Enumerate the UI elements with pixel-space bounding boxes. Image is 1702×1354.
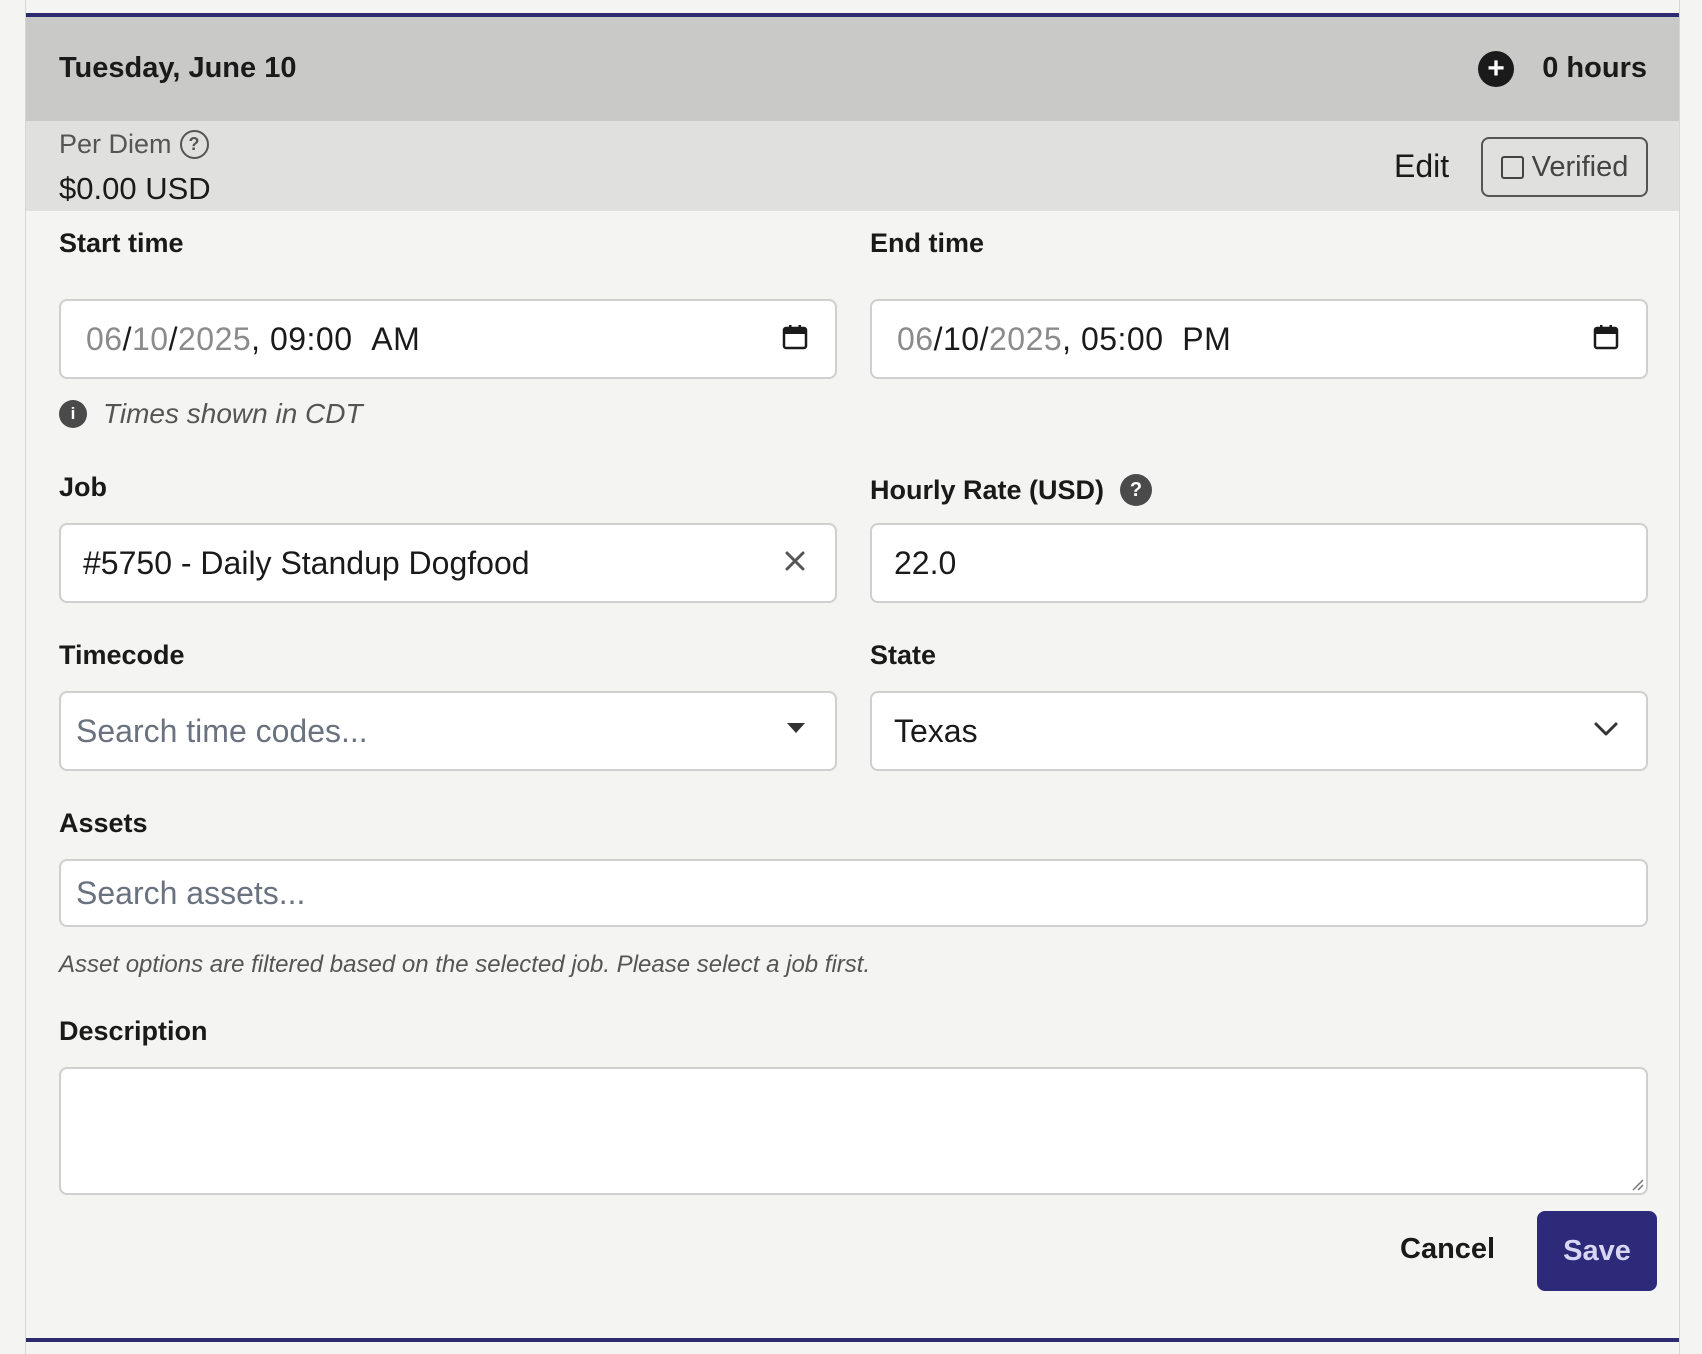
info-icon: i xyxy=(59,400,87,428)
end-time-label-text: End time xyxy=(870,228,985,258)
end-clock: 05:00 xyxy=(1080,320,1164,357)
per-diem-label: Per Diem xyxy=(59,129,172,159)
save-button[interactable]: Save xyxy=(1537,1211,1657,1291)
per-diem-bar: Per Diem ? $0.00 USD Edit Verified xyxy=(26,121,1679,211)
state-label: State xyxy=(870,640,936,671)
calendar-icon[interactable] xyxy=(1592,323,1620,351)
resize-grip-icon[interactable] xyxy=(1630,1177,1644,1191)
timezone-note-text: Times shown in CDT xyxy=(103,398,363,429)
assets-label: Assets xyxy=(59,808,148,839)
close-icon[interactable] xyxy=(781,547,809,575)
plus-circle-icon[interactable]: + xyxy=(1478,51,1514,87)
end-day: 10 xyxy=(942,320,980,357)
description-label-text: Description xyxy=(59,1016,208,1046)
calendar-icon[interactable] xyxy=(781,323,809,351)
start-time-input[interactable]: 06/10/2025, 09:00 AM xyxy=(59,299,837,379)
timecode-select[interactable]: Search time codes... xyxy=(59,691,837,771)
start-ampm: AM xyxy=(371,320,421,357)
assets-input[interactable]: Search assets... xyxy=(59,859,1648,927)
end-time-value: 06/10/2025, 05:00 PM xyxy=(897,320,1232,357)
end-time-input[interactable]: 06/10/2025, 05:00 PM xyxy=(870,299,1648,379)
state-value: Texas xyxy=(894,712,978,749)
checkbox-icon xyxy=(1500,155,1524,179)
per-diem-amount: $0.00 USD xyxy=(59,171,211,206)
hourly-rate-label-text: Hourly Rate (USD) xyxy=(870,474,1105,505)
assets-label-text: Assets xyxy=(59,808,148,838)
hourly-rate-input[interactable]: 22.0 xyxy=(870,523,1648,603)
start-time-label: Start time xyxy=(59,228,184,259)
hourly-rate-label: Hourly Rate (USD) ? xyxy=(870,474,1153,506)
bottom-divider xyxy=(26,1338,1679,1342)
job-label-text: Job xyxy=(59,472,108,502)
day-header: Tuesday, June 10 + 0 hours xyxy=(26,17,1679,121)
help-outline-icon[interactable]: ? xyxy=(179,130,209,159)
start-clock: 09:00 xyxy=(269,320,353,357)
time-entry-card: Tuesday, June 10 + 0 hours Per Diem ? $0… xyxy=(25,0,1680,1354)
description-label: Description xyxy=(59,1016,208,1047)
job-label: Job xyxy=(59,472,107,503)
timecode-placeholder: Search time codes... xyxy=(76,712,368,749)
start-day: 10 xyxy=(131,320,169,357)
end-year: 2025 xyxy=(988,320,1063,357)
state-label-text: State xyxy=(870,640,937,670)
job-select[interactable]: #5750 - Daily Standup Dogfood xyxy=(59,523,837,603)
caret-down-icon[interactable] xyxy=(785,721,807,735)
start-time-value: 06/10/2025, 09:00 AM xyxy=(86,320,421,357)
job-value: #5750 - Daily Standup Dogfood xyxy=(83,544,530,581)
hourly-rate-value: 22.0 xyxy=(894,544,957,581)
assets-placeholder: Search assets... xyxy=(76,874,306,911)
assets-hint: Asset options are filtered based on the … xyxy=(59,951,871,978)
hours-total: 0 hours xyxy=(1542,52,1647,84)
day-title: Tuesday, June 10 xyxy=(59,52,297,84)
start-time-label-text: Start time xyxy=(59,228,184,258)
chevron-down-icon[interactable] xyxy=(1592,719,1620,739)
start-year: 2025 xyxy=(177,320,252,357)
end-time-label: End time xyxy=(870,228,984,259)
edit-per-diem-button[interactable]: Edit xyxy=(1394,148,1449,185)
timezone-note: i Times shown in CDT xyxy=(59,398,363,430)
end-month: 06 xyxy=(897,320,934,357)
verified-label: Verified xyxy=(1531,150,1629,183)
timecode-label-text: Timecode xyxy=(59,640,185,670)
timecode-label: Timecode xyxy=(59,640,185,671)
help-solid-icon[interactable]: ? xyxy=(1120,474,1153,506)
start-month: 06 xyxy=(86,320,123,357)
state-select[interactable]: Texas xyxy=(870,691,1648,771)
per-diem-label-group: Per Diem ? xyxy=(59,129,209,160)
verified-toggle[interactable]: Verified xyxy=(1481,137,1648,197)
end-ampm: PM xyxy=(1182,320,1232,357)
cancel-button[interactable]: Cancel xyxy=(1400,1233,1495,1266)
description-textarea[interactable] xyxy=(59,1067,1648,1195)
